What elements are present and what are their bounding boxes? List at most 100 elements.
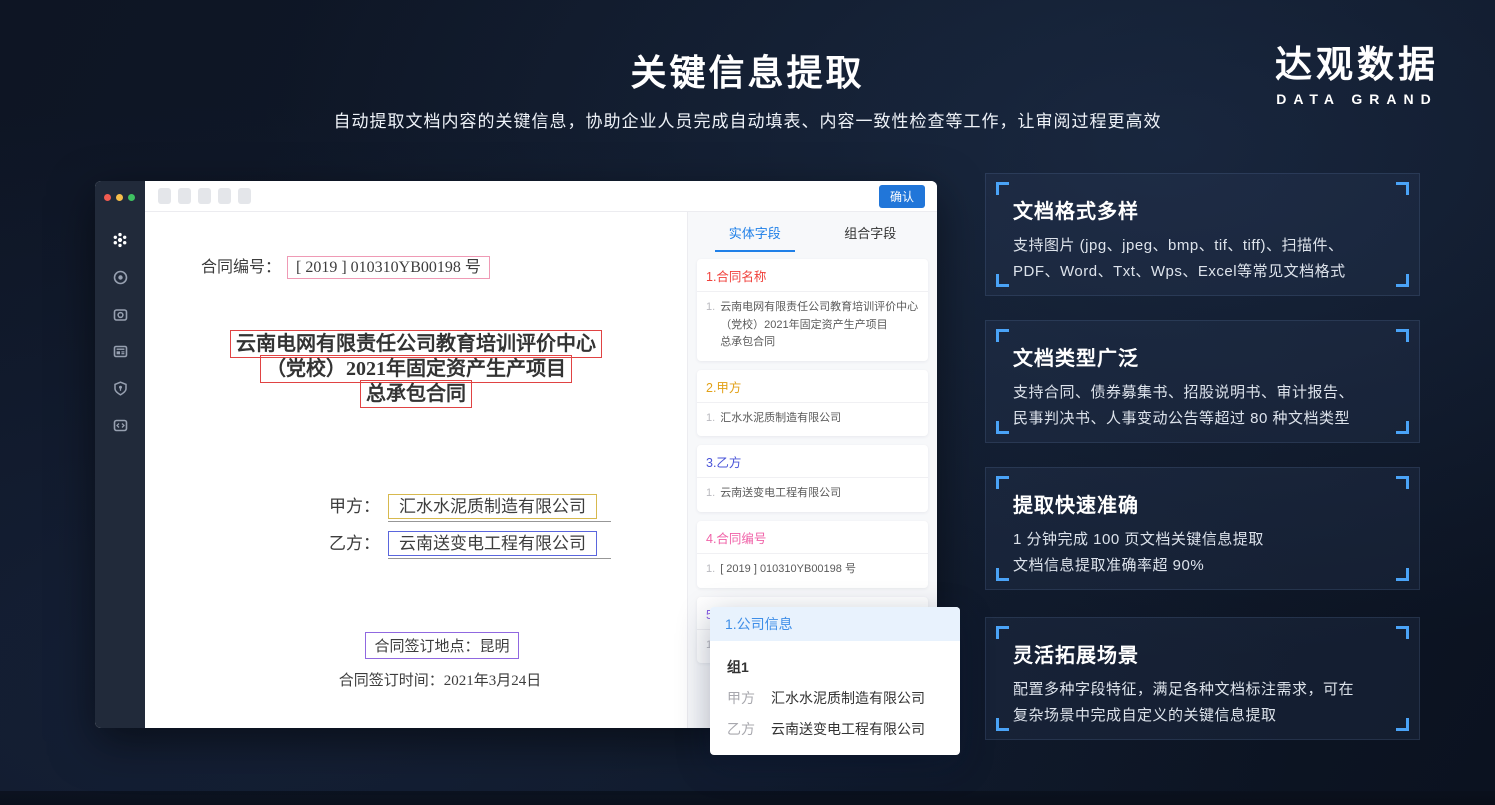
contract-number-label: 合同编号：: [201, 259, 281, 276]
field-value-index: 1.: [706, 299, 715, 352]
field-card-contract-name[interactable]: 1.合同名称 1.云南电网有限责任公司教育培训评价中心 （党校）2021年固定资…: [697, 259, 928, 361]
field-card-contract-no[interactable]: 4.合同编号 1. [ 2019 ] 010310YB00198 号: [697, 521, 928, 588]
feature-title: 灵活拓展场景: [1013, 639, 1392, 668]
toolbar-placeholder: [238, 188, 251, 204]
code-icon[interactable]: [112, 417, 128, 433]
confirm-button[interactable]: 确认: [879, 185, 925, 208]
fields-tabs: 实体字段 组合字段: [697, 212, 928, 252]
field-value: [ 2019 ] 010310YB00198 号: [720, 561, 856, 579]
contract-title-highlight[interactable]: 总承包合同: [360, 380, 472, 408]
tab-entity-fields[interactable]: 实体字段: [697, 212, 813, 252]
field-value-index: 1.: [706, 410, 715, 428]
corner-bracket-icon: [996, 421, 1009, 434]
page: 关键信息提取 自动提取文档内容的关键信息，协助企业人员完成自动填表、内容一致性检…: [0, 0, 1495, 805]
corner-bracket-icon: [996, 568, 1009, 581]
toolbar-placeholder: [158, 188, 171, 204]
page-title: 关键信息提取: [0, 44, 1495, 96]
party-b-label: 乙方：: [329, 534, 380, 553]
field-label: 1.合同名称: [697, 259, 928, 291]
app-sidebar: [95, 181, 145, 728]
corner-bracket-icon: [1396, 421, 1409, 434]
popup-body: 组1 甲方 汇水水泥质制造有限公司 乙方 云南送变电工程有限公司: [710, 641, 960, 755]
field-value: 汇水水泥质制造有限公司: [720, 410, 841, 428]
field-card-party-a[interactable]: 2.甲方 1. 汇水水泥质制造有限公司: [697, 370, 928, 437]
feature-body: 支持图片 (jpg、jpeg、bmp、tif、tiff)、扫描件、 PDF、Wo…: [1013, 233, 1392, 284]
feature-card-formats: 文档格式多样 支持图片 (jpg、jpeg、bmp、tif、tiff)、扫描件、…: [985, 173, 1420, 296]
corner-bracket-icon: [1396, 329, 1409, 342]
corner-bracket-icon: [1396, 182, 1409, 195]
feature-body: 1 分钟完成 100 页文档关键信息提取 文档信息提取准确率超 90%: [1013, 527, 1392, 578]
popup-row-value: 云南送变电工程有限公司: [771, 719, 925, 739]
feature-card-speed-accuracy: 提取快速准确 1 分钟完成 100 页文档关键信息提取 文档信息提取准确率超 9…: [985, 467, 1420, 590]
party-a-label: 甲方：: [329, 497, 380, 516]
party-a-line: 甲方： 汇水水泥质制造有限公司: [329, 492, 611, 522]
popup-row-party-a: 甲方 汇水水泥质制造有限公司: [727, 688, 943, 708]
feature-title: 提取快速准确: [1013, 489, 1392, 518]
corner-bracket-icon: [1396, 568, 1409, 581]
toolbar-placeholder: [178, 188, 191, 204]
field-label: 4.合同编号: [697, 521, 928, 553]
brand-logo-cn: 达观数据: [1275, 34, 1439, 88]
feature-title: 文档类型广泛: [1013, 342, 1392, 371]
field-value: 云南电网有限责任公司教育培训评价中心 （党校）2021年固定资产生产项目 总承包…: [720, 299, 918, 352]
contract-number-highlight[interactable]: [ 2019 ] 010310YB00198 号: [287, 256, 490, 279]
window-controls: [95, 181, 145, 201]
toolbar-placeholders: [158, 188, 251, 204]
sign-time-line: 合同签订时间：2021年3月24日: [145, 669, 687, 690]
zoom-window-button[interactable]: [128, 194, 135, 201]
popup-row-label: 乙方: [727, 719, 771, 739]
field-label: 3.乙方: [697, 445, 928, 477]
shield-icon[interactable]: [112, 380, 128, 396]
popup-group-label: 组1: [727, 657, 943, 677]
contract-title: 云南电网有限责任公司教育培训评价中心 （党校）2021年固定资产生产项目 总承包…: [145, 334, 687, 409]
close-window-button[interactable]: [104, 194, 111, 201]
party-b-highlight[interactable]: 云南送变电工程有限公司: [388, 531, 597, 556]
corner-bracket-icon: [1396, 476, 1409, 489]
corner-bracket-icon: [996, 476, 1009, 489]
party-a-highlight[interactable]: 汇水水泥质制造有限公司: [388, 494, 597, 519]
news-icon[interactable]: [112, 343, 128, 359]
minimize-window-button[interactable]: [116, 194, 123, 201]
field-value-index: 1.: [706, 561, 715, 579]
window-toolbar: 确认: [145, 181, 937, 212]
document-preview: 合同编号： [ 2019 ] 010310YB00198 号 云南电网有限责任公司…: [145, 212, 687, 728]
popup-title: 1.公司信息: [710, 607, 960, 641]
field-card-party-b[interactable]: 3.乙方 1. 云南送变电工程有限公司: [697, 445, 928, 512]
feature-title: 文档格式多样: [1013, 195, 1392, 224]
corner-bracket-icon: [996, 182, 1009, 195]
tab-combined-fields[interactable]: 组合字段: [813, 212, 929, 252]
popup-row-label: 甲方: [727, 688, 771, 708]
party-b-line: 乙方： 云南送变电工程有限公司: [329, 529, 611, 559]
sign-time-text: 合同签订时间：2021年3月24日: [339, 669, 542, 690]
popup-row-value: 汇水水泥质制造有限公司: [771, 688, 925, 708]
corner-bracket-icon: [996, 718, 1009, 731]
corner-bracket-icon: [996, 626, 1009, 639]
page-subtitle: 自动提取文档内容的关键信息，协助企业人员完成自动填表、内容一致性检查等工作，让审…: [0, 107, 1495, 132]
toolbar-placeholder: [218, 188, 231, 204]
gear-icon[interactable]: [112, 269, 128, 285]
feature-body: 支持合同、债券募集书、招股说明书、审计报告、 民事判决书、人事变动公告等超过 8…: [1013, 380, 1392, 431]
contract-number-line: 合同编号： [ 2019 ] 010310YB00198 号: [201, 253, 490, 277]
feature-card-doc-types: 文档类型广泛 支持合同、债券募集书、招股说明书、审计报告、 民事判决书、人事变动…: [985, 320, 1420, 443]
datagrand-logo-icon[interactable]: [112, 232, 128, 248]
field-label: 2.甲方: [697, 370, 928, 402]
corner-bracket-icon: [1396, 718, 1409, 731]
corner-bracket-icon: [1396, 274, 1409, 287]
contract-title-highlight[interactable]: （党校）2021年固定资产生产项目: [260, 355, 572, 383]
sidebar-icon-rail: [95, 232, 145, 433]
contract-title-highlight[interactable]: 云南电网有限责任公司教育培训评价中心: [230, 330, 602, 358]
company-info-popup[interactable]: 1.公司信息 组1 甲方 汇水水泥质制造有限公司 乙方 云南送变电工程有限公司: [710, 607, 960, 755]
camera-icon[interactable]: [112, 306, 128, 322]
feature-card-flexible-scenes: 灵活拓展场景 配置多种字段特征，满足各种文档标注需求，可在 复杂场景中完成自定义…: [985, 617, 1420, 740]
field-value-index: 1.: [706, 485, 715, 503]
popup-row-party-b: 乙方 云南送变电工程有限公司: [727, 719, 943, 739]
brand-logo-en: DATA GRAND: [1275, 91, 1439, 107]
corner-bracket-icon: [1396, 626, 1409, 639]
sign-place-highlight[interactable]: 合同签订地点：昆明: [365, 632, 518, 659]
field-value: 云南送变电工程有限公司: [720, 485, 841, 503]
corner-bracket-icon: [996, 329, 1009, 342]
feature-body: 配置多种字段特征，满足各种文档标注需求，可在 复杂场景中完成自定义的关键信息提取: [1013, 677, 1392, 728]
corner-bracket-icon: [996, 274, 1009, 287]
brand-logo: 达观数据 DATA GRAND: [1275, 34, 1439, 107]
toolbar-placeholder: [198, 188, 211, 204]
